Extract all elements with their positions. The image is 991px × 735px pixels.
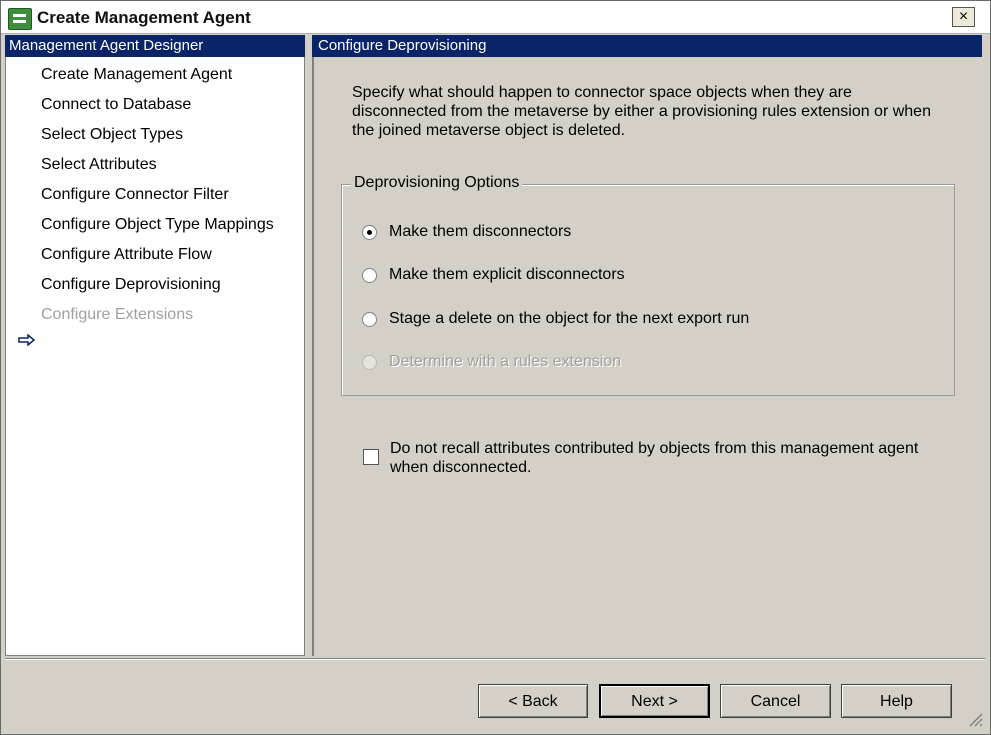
footer-divider [5, 658, 985, 660]
radio-icon[interactable] [362, 312, 377, 327]
designer-panel-header: Management Agent Designer [5, 35, 305, 57]
do-not-recall-checkbox[interactable] [363, 449, 379, 465]
cancel-button[interactable]: Cancel [720, 684, 831, 718]
designer-step-list: Create Management Agent Connect to Datab… [5, 57, 305, 656]
back-button[interactable]: < Back [478, 684, 588, 718]
radio-icon[interactable] [362, 268, 377, 283]
option-label: Determine with a rules extension [389, 353, 622, 370]
radio-selected-icon[interactable] [362, 225, 377, 240]
title-bar: Create Management Agent × [1, 1, 990, 34]
deprovisioning-options-group: Deprovisioning Options Make them disconn… [341, 174, 955, 396]
management-agent-icon [8, 8, 32, 30]
radio-disabled-icon [362, 355, 377, 370]
group-title: Deprovisioning Options [351, 174, 523, 192]
step-select-object-types[interactable]: Select Object Types [41, 126, 183, 144]
step-select-attributes[interactable]: Select Attributes [41, 156, 157, 174]
current-step-arrow-icon [18, 334, 36, 346]
resize-grip-icon[interactable] [964, 708, 984, 728]
deprovisioning-page: Specify what should happen to connector … [312, 57, 982, 656]
do-not-recall-label[interactable]: Do not recall attributes contributed by … [390, 439, 950, 477]
option-label: Stage a delete on the object for the nex… [389, 310, 750, 327]
option-label: Make them disconnectors [389, 223, 572, 240]
window-title: Create Management Agent [37, 8, 251, 27]
step-configure-connector-filter[interactable]: Configure Connector Filter [41, 186, 229, 204]
step-configure-attribute-flow[interactable]: Configure Attribute Flow [41, 246, 212, 264]
step-configure-extensions: Configure Extensions [41, 306, 194, 323]
option-label: Make them explicit disconnectors [389, 266, 625, 283]
page-description: Specify what should happen to connector … [352, 84, 931, 139]
step-create-management-agent[interactable]: Create Management Agent [41, 66, 232, 84]
dialog-window: Create Management Agent × Management Age… [0, 0, 991, 735]
step-configure-object-type-mappings[interactable]: Configure Object Type Mappings [41, 216, 274, 234]
step-configure-deprovisioning[interactable]: Configure Deprovisioning [41, 276, 221, 294]
help-button[interactable]: Help [841, 684, 952, 718]
page-title: Configure Deprovisioning [312, 35, 982, 57]
step-connect-to-database[interactable]: Connect to Database [41, 96, 191, 114]
next-button[interactable]: Next > [599, 684, 710, 718]
close-button[interactable]: × [952, 7, 975, 27]
